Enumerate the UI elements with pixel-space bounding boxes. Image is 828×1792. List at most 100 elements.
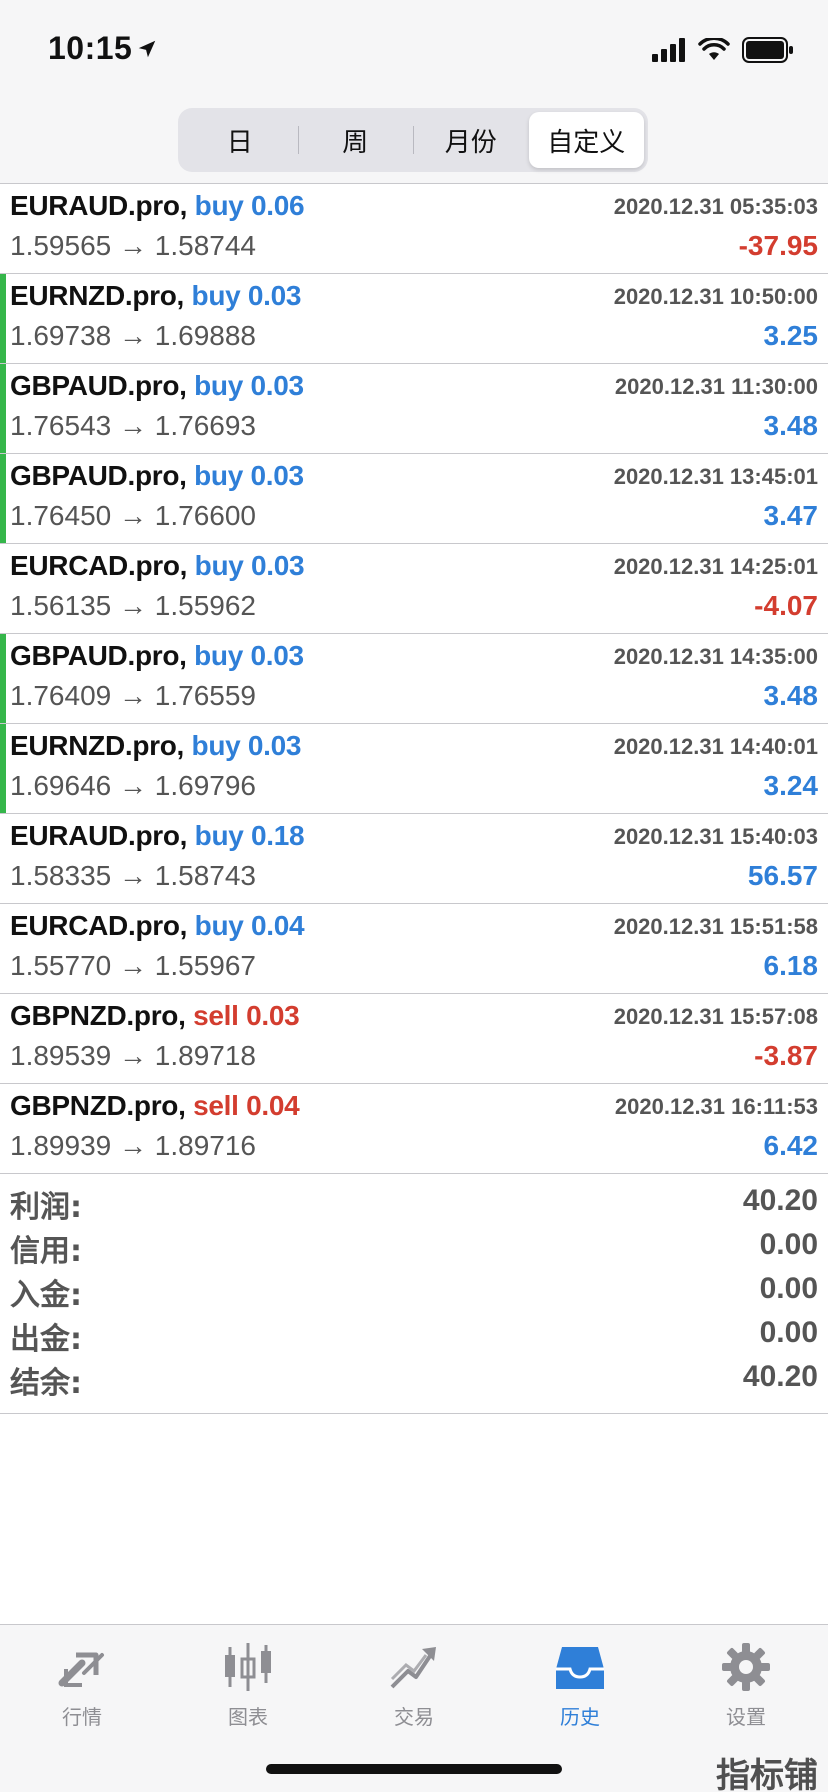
summary-value: 0.00 bbox=[759, 1316, 818, 1349]
wifi-icon bbox=[698, 38, 730, 60]
home-indicator bbox=[266, 1764, 562, 1774]
deal-row[interactable]: EURAUD.pro, buy 0.18 2020.12.31 15:40:03 1… bbox=[0, 814, 828, 904]
deal-profit: 56.57 bbox=[747, 860, 818, 891]
deal-row[interactable]: GBPAUD.pro, buy 0.03 2020.12.31 13:45:01 1… bbox=[0, 454, 828, 544]
period-tab-day[interactable]: 日 bbox=[182, 112, 298, 168]
deal-profit: 3.25 bbox=[763, 320, 819, 351]
tab-quotes[interactable]: 行情 bbox=[22, 1639, 142, 1739]
deal-prices: 1.55770 → 1.55967 bbox=[10, 950, 256, 981]
deal-symbol-name: GBPAUD.pro, bbox=[10, 460, 187, 491]
deal-symbol: EURAUD.pro, buy 0.18 bbox=[10, 820, 305, 852]
deal-symbol-name: GBPNZD.pro, bbox=[10, 1000, 186, 1031]
deal-volume: 0.04 bbox=[246, 1090, 300, 1121]
chart-icon bbox=[225, 1643, 271, 1691]
period-tab-custom[interactable]: 自定义 bbox=[528, 112, 644, 168]
deal-prices: 1.59565 → 1.58744 bbox=[10, 230, 256, 261]
period-segmented-control: 日 周 月份 自定义 bbox=[178, 108, 648, 172]
deal-side: buy bbox=[194, 190, 244, 221]
deal-profit: 6.42 bbox=[763, 1130, 819, 1161]
deal-time: 2020.12.31 05:35:03 bbox=[613, 194, 818, 219]
status-bar: 10:15 bbox=[0, 0, 828, 100]
history-icon bbox=[556, 1647, 604, 1689]
tab-label: 历史 bbox=[560, 1705, 600, 1729]
deal-volume: 0.03 bbox=[250, 640, 304, 671]
deal-prices: 1.69646 → 1.69796 bbox=[10, 770, 256, 801]
deal-side: buy bbox=[194, 910, 244, 941]
deal-prices: 1.56135 → 1.55962 bbox=[10, 590, 256, 621]
deal-symbol-name: EURCAD.pro, bbox=[10, 910, 188, 941]
deal-side: sell bbox=[193, 1090, 239, 1121]
tab-trade[interactable]: 交易 bbox=[354, 1639, 474, 1739]
deal-row[interactable]: GBPAUD.pro, buy 0.03 2020.12.31 14:35:00 1… bbox=[0, 634, 828, 724]
deal-symbol-name: GBPAUD.pro, bbox=[10, 370, 187, 401]
deal-prices: 1.89939 → 1.89716 bbox=[10, 1130, 256, 1161]
trade-icon bbox=[390, 1647, 436, 1689]
deal-volume: 0.04 bbox=[251, 910, 305, 941]
deal-profit: -37.95 bbox=[738, 230, 818, 261]
summary-label: 入金: bbox=[10, 1278, 82, 1313]
period-tab-week[interactable]: 周 bbox=[297, 112, 414, 168]
deal-side: sell bbox=[193, 1000, 239, 1031]
deal-row[interactable]: GBPAUD.pro, buy 0.03 2020.12.31 11:30:00 1… bbox=[0, 364, 828, 454]
deal-profit: -3.87 bbox=[754, 1040, 818, 1071]
summary-label: 结余: bbox=[10, 1366, 82, 1401]
tab-history[interactable]: 历史 bbox=[520, 1639, 640, 1739]
period-tab-month[interactable]: 月份 bbox=[413, 112, 529, 168]
deal-side: buy bbox=[194, 460, 243, 491]
battery-icon bbox=[742, 37, 793, 63]
deal-symbol-name: GBPNZD.pro, bbox=[10, 1090, 186, 1121]
quotes-icon bbox=[58, 1652, 104, 1687]
deal-time: 2020.12.31 14:35:00 bbox=[613, 644, 818, 669]
deal-symbol-name: EURAUD.pro, bbox=[10, 820, 188, 851]
deal-symbol: EURAUD.pro, buy 0.06 bbox=[10, 190, 305, 222]
deal-time: 2020.12.31 13:45:01 bbox=[613, 464, 818, 489]
deal-row[interactable]: EURCAD.pro, buy 0.04 2020.12.31 15:51:58 1… bbox=[0, 904, 828, 994]
deal-symbol-name: EURAUD.pro, bbox=[10, 190, 188, 221]
deal-prices: 1.69738 → 1.69888 bbox=[10, 320, 256, 351]
summary-panel: 利润: 40.20 信用: 0.00 入金: 0.00 出金: 0.00 结余:… bbox=[0, 1172, 828, 1414]
tab-settings[interactable]: 设置 bbox=[686, 1639, 806, 1739]
deal-volume: 0.03 bbox=[250, 460, 304, 491]
deal-profit: 6.18 bbox=[763, 950, 819, 981]
deal-time: 2020.12.31 15:57:08 bbox=[613, 1004, 818, 1029]
deal-row[interactable]: GBPNZD.pro, sell 0.03 2020.12.31 15:57:08… bbox=[0, 994, 828, 1084]
deal-volume: 0.03 bbox=[246, 1000, 300, 1031]
deal-prices: 1.76409 → 1.76559 bbox=[10, 680, 256, 711]
deal-prices: 1.58335 → 1.58743 bbox=[10, 860, 256, 891]
summary-label: 利润: bbox=[10, 1190, 82, 1225]
summary-label: 信用: bbox=[10, 1234, 82, 1269]
deal-symbol-name: EURCAD.pro, bbox=[10, 550, 188, 581]
tab-chart[interactable]: 图表 bbox=[188, 1639, 308, 1739]
settings-icon bbox=[722, 1643, 770, 1691]
cellular-signal-icon bbox=[652, 38, 685, 62]
tab-label: 交易 bbox=[394, 1705, 434, 1729]
summary-label: 出金: bbox=[10, 1322, 82, 1357]
deal-row[interactable]: EURAUD.pro, buy 0.06 2020.12.31 05:35:03 1… bbox=[0, 184, 828, 274]
deal-row[interactable]: EURNZD.pro, buy 0.03 2020.12.31 14:40:01 1… bbox=[0, 724, 828, 814]
deal-symbol: GBPAUD.pro, buy 0.03 bbox=[10, 370, 304, 402]
period-selector-bar: 日 周 月份 自定义 bbox=[0, 100, 828, 184]
deal-row[interactable]: EURCAD.pro, buy 0.03 2020.12.31 14:25:01 1… bbox=[0, 544, 828, 634]
deal-side: buy bbox=[194, 550, 244, 581]
summary-value: 0.00 bbox=[759, 1272, 818, 1305]
deal-row[interactable]: GBPNZD.pro, sell 0.04 2020.12.31 16:11:53… bbox=[0, 1084, 828, 1174]
deal-volume: 0.03 bbox=[251, 550, 305, 581]
summary-value: 0.00 bbox=[759, 1228, 818, 1261]
deal-time: 2020.12.31 16:11:53 bbox=[614, 1094, 818, 1119]
deal-side: buy bbox=[194, 640, 243, 671]
deal-time: 2020.12.31 14:25:01 bbox=[613, 554, 818, 579]
deal-symbol-name: EURNZD.pro, bbox=[10, 280, 185, 311]
deal-symbol: GBPNZD.pro, sell 0.03 bbox=[10, 1000, 300, 1032]
status-indicators bbox=[652, 36, 794, 64]
deal-side: buy bbox=[194, 370, 243, 401]
deal-row[interactable]: EURNZD.pro, buy 0.03 2020.12.31 10:50:00 1… bbox=[0, 274, 828, 364]
deal-symbol: EURCAD.pro, buy 0.03 bbox=[10, 550, 305, 582]
deal-symbol: GBPAUD.pro, buy 0.03 bbox=[10, 460, 304, 492]
deal-symbol: EURNZD.pro, buy 0.03 bbox=[10, 730, 301, 762]
deal-profit: 3.47 bbox=[763, 500, 819, 531]
deal-prices: 1.76543 → 1.76693 bbox=[10, 410, 256, 441]
deal-time: 2020.12.31 15:51:58 bbox=[613, 914, 818, 939]
deal-side: buy bbox=[194, 820, 244, 851]
deal-time: 2020.12.31 10:50:00 bbox=[613, 284, 818, 309]
deal-volume: 0.03 bbox=[247, 730, 302, 761]
